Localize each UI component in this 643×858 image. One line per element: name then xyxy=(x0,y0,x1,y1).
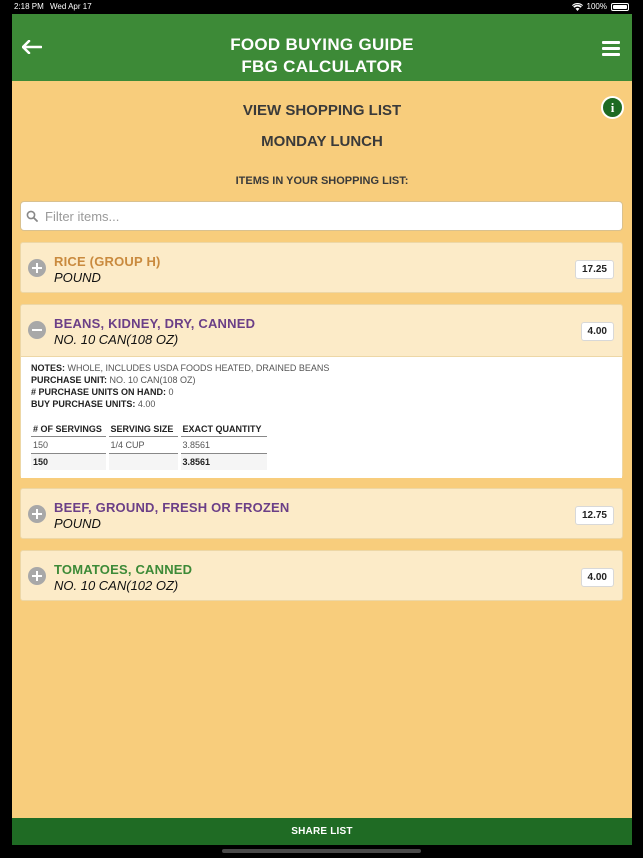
status-bar: 2:18 PM Wed Apr 17 100% xyxy=(0,0,643,14)
item-quantity: 17.25 xyxy=(574,260,614,279)
status-right: 100% xyxy=(571,2,629,11)
expand-plus-icon[interactable] xyxy=(28,505,46,523)
table-total-row: 150 3.8561 xyxy=(31,453,267,470)
page-title: VIEW SHOPPING LIST xyxy=(242,102,402,119)
column-header: SERVING SIZE xyxy=(105,423,179,437)
item-quantity: 12.75 xyxy=(574,506,614,525)
item-quantity: 4.00 xyxy=(580,568,614,587)
table-cell: 3.8561 xyxy=(177,436,267,454)
home-indicator[interactable] xyxy=(222,849,421,853)
list-heading: ITEMS IN YOUR SHOPPING LIST: xyxy=(235,175,409,187)
item-name: BEANS, KIDNEY, DRY, CANNED xyxy=(54,316,256,331)
column-header: EXACT QUANTITY xyxy=(177,423,267,437)
servings-table: # OF SERVINGS SERVING SIZE EXACT QUANTIT… xyxy=(31,423,267,470)
list-item[interactable]: BEANS, KIDNEY, DRY, CANNED NO. 10 CAN(10… xyxy=(20,304,623,478)
header-title-line2: FBG CALCULATOR xyxy=(241,57,403,76)
header-title-line1: FOOD BUYING GUIDE xyxy=(230,35,414,54)
list-item[interactable]: RICE (GROUP H) POUND 17.25 xyxy=(20,242,623,293)
info-icon[interactable]: i xyxy=(601,96,624,119)
share-list-button[interactable]: SHARE LIST xyxy=(12,818,632,845)
battery-percent: 100% xyxy=(586,2,607,11)
status-date: Wed Apr 17 xyxy=(50,2,92,11)
expand-plus-icon[interactable] xyxy=(28,567,46,585)
collapse-minus-icon[interactable] xyxy=(28,321,46,339)
item-name: RICE (GROUP H) xyxy=(54,254,161,269)
filter-input[interactable] xyxy=(45,202,615,230)
item-name: TOMATOES, CANNED xyxy=(54,562,193,577)
list-item[interactable]: BEEF, GROUND, FRESH OR FROZEN POUND 12.7… xyxy=(20,488,623,539)
table-row: 150 1/4 CUP 3.8561 xyxy=(31,436,267,454)
app-window: FOOD BUYING GUIDE FBG CALCULATOR VIEW SH… xyxy=(12,14,632,845)
item-name: BEEF, GROUND, FRESH OR FROZEN xyxy=(54,500,290,515)
item-unit: NO. 10 CAN(108 OZ) xyxy=(54,332,179,347)
buy-units-row: BUY PURCHASE UNITS: 4.00 xyxy=(31,399,156,409)
item-unit: NO. 10 CAN(102 OZ) xyxy=(54,578,179,593)
table-cell: 1/4 CUP xyxy=(105,436,179,454)
header-title: FOOD BUYING GUIDE FBG CALCULATOR xyxy=(12,34,632,78)
item-quantity: 4.00 xyxy=(580,322,614,341)
item-details: NOTES: WHOLE, INCLUDES USDA FOODS HEATED… xyxy=(21,356,622,478)
status-time: 2:18 PM xyxy=(14,2,44,11)
wifi-icon xyxy=(571,2,583,11)
list-item[interactable]: TOMATOES, CANNED NO. 10 CAN(102 OZ) 4.00 xyxy=(20,550,623,601)
notes-row: NOTES: WHOLE, INCLUDES USDA FOODS HEATED… xyxy=(31,363,330,373)
table-cell: 150 xyxy=(31,453,107,470)
filter-box xyxy=(20,201,623,231)
battery-icon xyxy=(611,2,629,11)
column-header: # OF SERVINGS xyxy=(31,423,107,437)
list-name: MONDAY LUNCH xyxy=(261,133,383,150)
app-header: FOOD BUYING GUIDE FBG CALCULATOR xyxy=(12,14,632,81)
purchase-unit-row: PURCHASE UNIT: NO. 10 CAN(108 OZ) xyxy=(31,375,196,385)
hamburger-menu-icon[interactable] xyxy=(602,41,620,59)
expand-plus-icon[interactable] xyxy=(28,259,46,277)
item-unit: POUND xyxy=(54,516,101,531)
search-icon xyxy=(26,210,38,222)
table-cell: 3.8561 xyxy=(177,453,267,470)
item-unit: POUND xyxy=(54,270,101,285)
on-hand-row: # PURCHASE UNITS ON HAND: 0 xyxy=(31,387,174,397)
table-cell: 150 xyxy=(31,436,107,454)
table-cell xyxy=(105,453,179,470)
